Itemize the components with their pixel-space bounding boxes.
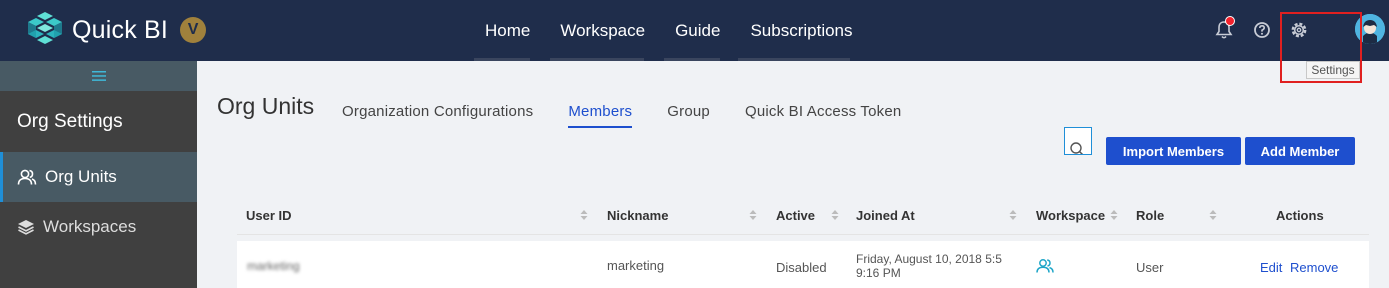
sort-icon[interactable]	[580, 209, 588, 221]
sidebar-title: Org Settings	[17, 110, 123, 132]
column-header-user-id: User ID	[246, 207, 292, 223]
tab-access-token[interactable]: Quick BI Access Token	[745, 103, 902, 128]
nav-underline	[550, 58, 644, 61]
cell-active: Disabled	[776, 260, 827, 275]
sort-icon[interactable]	[1110, 209, 1118, 221]
nav-subscriptions[interactable]: Subscriptions	[735, 0, 867, 61]
nav-underline	[738, 58, 850, 61]
help-icon	[1254, 22, 1270, 38]
search-icon	[1070, 142, 1084, 154]
quick-bi-logo[interactable]: Quick BI V	[24, 10, 207, 50]
column-header-role: Role	[1136, 207, 1165, 223]
joined-at-time: 9:16 PM	[856, 266, 901, 280]
help-button[interactable]	[1253, 21, 1271, 44]
sidebar-item-workspaces[interactable]: Workspaces	[0, 202, 197, 252]
sidebar-item-org-units[interactable]: Org Units	[0, 152, 197, 202]
cell-user-id: marketing	[247, 259, 300, 273]
nav-home[interactable]: Home	[470, 0, 545, 61]
nav-guide[interactable]: Guide	[660, 0, 735, 61]
sidebar-item-label: Workspaces	[43, 217, 137, 236]
version-badge: V	[180, 17, 207, 43]
joined-at-date: Friday, August 10, 2018 5:5	[856, 252, 1002, 266]
cell-joined-at: Friday, August 10, 2018 5:5 9:16 PM	[856, 252, 1002, 280]
notifications-button[interactable]	[1215, 16, 1235, 45]
import-members-button[interactable]: Import Members	[1106, 137, 1241, 165]
top-navigation-bar: Quick BI V Home Workspace Guide Subscrip…	[0, 0, 1389, 61]
hamburger-icon	[91, 71, 106, 81]
sidebar: Org Settings Org Units Workspaces	[0, 61, 197, 288]
quick-bi-logo-icon	[28, 12, 62, 44]
cell-nickname: marketing	[607, 258, 665, 273]
edit-link[interactable]: Edit	[1260, 260, 1282, 275]
sort-icon[interactable]	[831, 209, 839, 221]
table-row: marketing marketing Disabled Friday, Aug…	[237, 241, 1369, 288]
users-icon	[17, 168, 37, 186]
workspace-members-button[interactable]	[1036, 258, 1054, 277]
sidebar-item-label: Org Units	[45, 167, 117, 186]
tab-organization-configurations[interactable]: Organization Configurations	[342, 103, 533, 128]
settings-tooltip: Settings	[1306, 61, 1360, 79]
table-header: User ID Nickname Active Joined At Worksp…	[237, 196, 1369, 235]
tab-group[interactable]: Group	[667, 103, 710, 128]
page-title: Org Units	[217, 93, 315, 119]
sidebar-collapse-button[interactable]	[0, 61, 197, 91]
sort-icon[interactable]	[1009, 209, 1017, 221]
tab-bar: Organization Configurations Members Grou…	[342, 103, 936, 128]
remove-link[interactable]: Remove	[1290, 260, 1338, 275]
users-icon	[1036, 259, 1054, 273]
nav-underline	[474, 58, 530, 61]
layers-icon	[17, 219, 35, 235]
column-header-actions: Actions	[1276, 207, 1324, 223]
column-header-active: Active	[776, 207, 816, 223]
nav-underline	[664, 58, 720, 61]
main-nav: Home Workspace Guide Subscriptions	[470, 0, 868, 61]
tab-members[interactable]: Members	[568, 103, 633, 128]
sort-icon[interactable]	[1209, 209, 1217, 221]
cell-role: User	[1136, 260, 1164, 275]
sort-icon[interactable]	[749, 209, 757, 221]
add-member-button[interactable]: Add Member	[1245, 137, 1355, 165]
column-header-nickname: Nickname	[607, 207, 669, 223]
app-name: Quick BI	[72, 15, 169, 44]
nav-workspace[interactable]: Workspace	[545, 0, 660, 61]
search-button[interactable]	[1064, 127, 1092, 155]
notification-dot	[1225, 16, 1235, 26]
column-header-workspace: Workspace	[1036, 207, 1106, 223]
column-header-joined-at: Joined At	[856, 207, 915, 223]
